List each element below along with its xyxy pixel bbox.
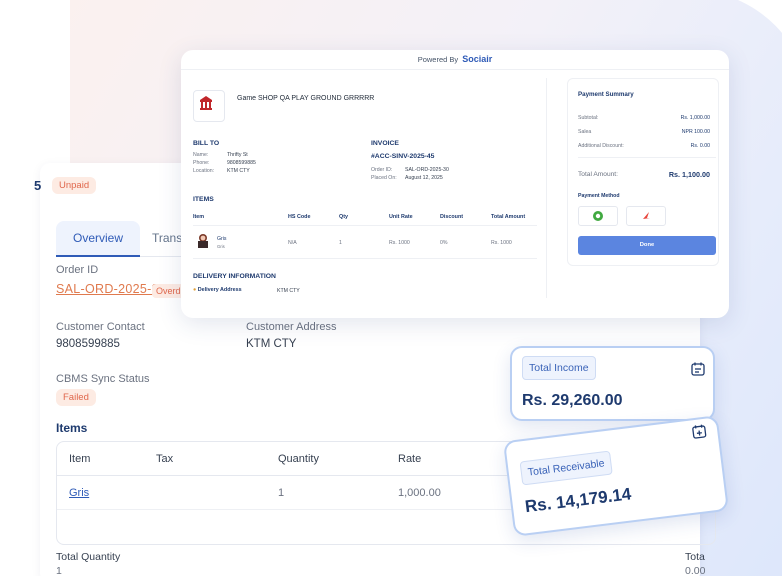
bill-location-value: KTM CTY [227, 168, 250, 174]
product-thumbnail [198, 234, 208, 248]
sales-label: Salea [578, 129, 592, 135]
items-heading: Items [56, 421, 88, 435]
divider [578, 157, 716, 158]
total-quantity-value: 1 [56, 565, 62, 576]
invoice-order-id-value: SAL-ORD-2025-30 [405, 167, 449, 173]
customer-contact-label: Customer Contact [56, 321, 145, 333]
order-id-link[interactable]: SAL-ORD-2025-30 [56, 282, 166, 296]
order-id-label: Order ID [56, 264, 99, 276]
total-receivable-label: Total Receivable [519, 450, 613, 486]
additional-discount-value: Rs. 0.00 [690, 143, 710, 149]
shop-logo-icon [200, 96, 212, 110]
col-item: Item [69, 453, 91, 465]
col-tax: Tax [156, 453, 174, 465]
cbms-status-badge: Failed [56, 389, 96, 406]
col-rate: Rate [398, 453, 422, 465]
placed-on-value: August 12, 2025 [405, 175, 443, 181]
payment-method-khalti[interactable] [626, 206, 666, 226]
item-rate: 1,000.00 [398, 487, 441, 499]
brand-name: Sociair [462, 54, 493, 64]
items-section-heading: ITEMS [193, 196, 214, 203]
payment-summary-heading: Payment Summary [578, 91, 634, 98]
customer-contact-value: 9808599885 [56, 338, 120, 350]
esewa-icon [593, 211, 603, 221]
bill-location-label: Location: [193, 168, 215, 174]
order-number-fragment: 5 [34, 178, 42, 193]
inv-col-total: Total Amount [491, 214, 526, 220]
payment-summary-panel: Payment Summary Subtotal: Rs. 1,000.00 S… [567, 78, 719, 266]
inv-col-unit-rate: Unit Rate [389, 214, 413, 220]
bill-name-value: Thrifty St [227, 152, 248, 158]
inv-item-rate: Rs. 1000 [389, 240, 410, 246]
calendar-add-icon [692, 424, 707, 439]
bill-to-heading: BILL TO [193, 140, 220, 147]
done-button[interactable]: Done [578, 236, 716, 255]
divider [193, 258, 537, 259]
total-amount-value: Rs. 1,100.00 [668, 170, 710, 179]
payment-method-heading: Payment Method [578, 193, 620, 199]
invoice-number: #ACC-SINV-2025-45 [371, 153, 435, 160]
inv-col-hs-code: HS Code [288, 214, 311, 220]
location-pin-icon: ● [193, 287, 197, 293]
delivery-address-value: KTM CTY [277, 288, 300, 294]
total-amount-label: Total Amount: [578, 171, 618, 178]
additional-discount-label: Additional Discount: [578, 143, 624, 149]
invoice-heading: INVOICE [371, 140, 399, 147]
total-income-label: Total Income [522, 356, 596, 380]
total-income-card: Total Income Rs. 29,260.00 [510, 346, 715, 421]
placed-on-label: Placed On: [371, 175, 397, 181]
customer-address-label: Customer Address [246, 321, 337, 333]
bill-phone-value: 9808599885 [227, 160, 256, 166]
status-badge-unpaid: Unpaid [52, 177, 97, 194]
inv-item-total: Rs. 1000 [491, 240, 512, 246]
tab-overview[interactable]: Overview [56, 221, 140, 257]
calendar-icon [691, 362, 705, 376]
invoice-order-id-label: Order ID: [371, 167, 393, 173]
col-quantity: Quantity [278, 453, 319, 465]
item-link[interactable]: Gris [69, 487, 89, 499]
customer-address-value: KTM CTY [246, 338, 297, 350]
inv-col-item: Item [193, 214, 205, 220]
khalti-icon [643, 212, 650, 219]
delivery-address-label: ● Delivery Address [193, 287, 242, 293]
total-receivable-value: Rs. 14,179.14 [523, 484, 633, 517]
shop-logo [193, 90, 225, 122]
shop-name: Game SHOP QA PLAY GROUND GRRRRR [237, 95, 375, 102]
inv-item-sub: Gris [217, 244, 225, 249]
bill-name-label: Name: [193, 152, 209, 158]
item-quantity: 1 [278, 487, 285, 499]
invoice-preview-card: Powered By Sociair Game SHOP QA PLAY GRO… [181, 50, 729, 318]
total-income-value: Rs. 29,260.00 [522, 392, 623, 409]
powered-by-text: Powered By [417, 55, 459, 64]
payment-method-esewa[interactable] [578, 206, 618, 226]
divider [193, 225, 537, 226]
total-amount-value: 0.00 [685, 565, 706, 576]
sales-value: NPR 100.00 [681, 129, 710, 135]
delivery-address-text: Delivery Address [197, 287, 242, 293]
total-quantity-label: Total Quantity [56, 551, 121, 563]
inv-item-hs: N/A [288, 240, 297, 246]
invoice-body: Game SHOP QA PLAY GROUND GRRRRR BILL TO … [187, 78, 547, 298]
powered-by-bar: Powered By Sociair [181, 50, 729, 70]
inv-col-qty: Qty [339, 214, 348, 220]
subtotal-value: Rs. 1,000.00 [680, 115, 710, 121]
total-amount-label: Tota [685, 551, 705, 563]
inv-item-discount: 0% [440, 240, 448, 246]
inv-item-name: Gris [217, 236, 227, 242]
inv-item-qty: 1 [339, 240, 342, 246]
bill-phone-label: Phone: [193, 160, 210, 166]
delivery-heading: DELIVERY INFORMATION [193, 273, 276, 280]
subtotal-label: Subtotal: [578, 115, 599, 121]
cbms-sync-label: CBMS Sync Status [56, 373, 150, 385]
inv-col-discount: Discount [440, 214, 464, 220]
